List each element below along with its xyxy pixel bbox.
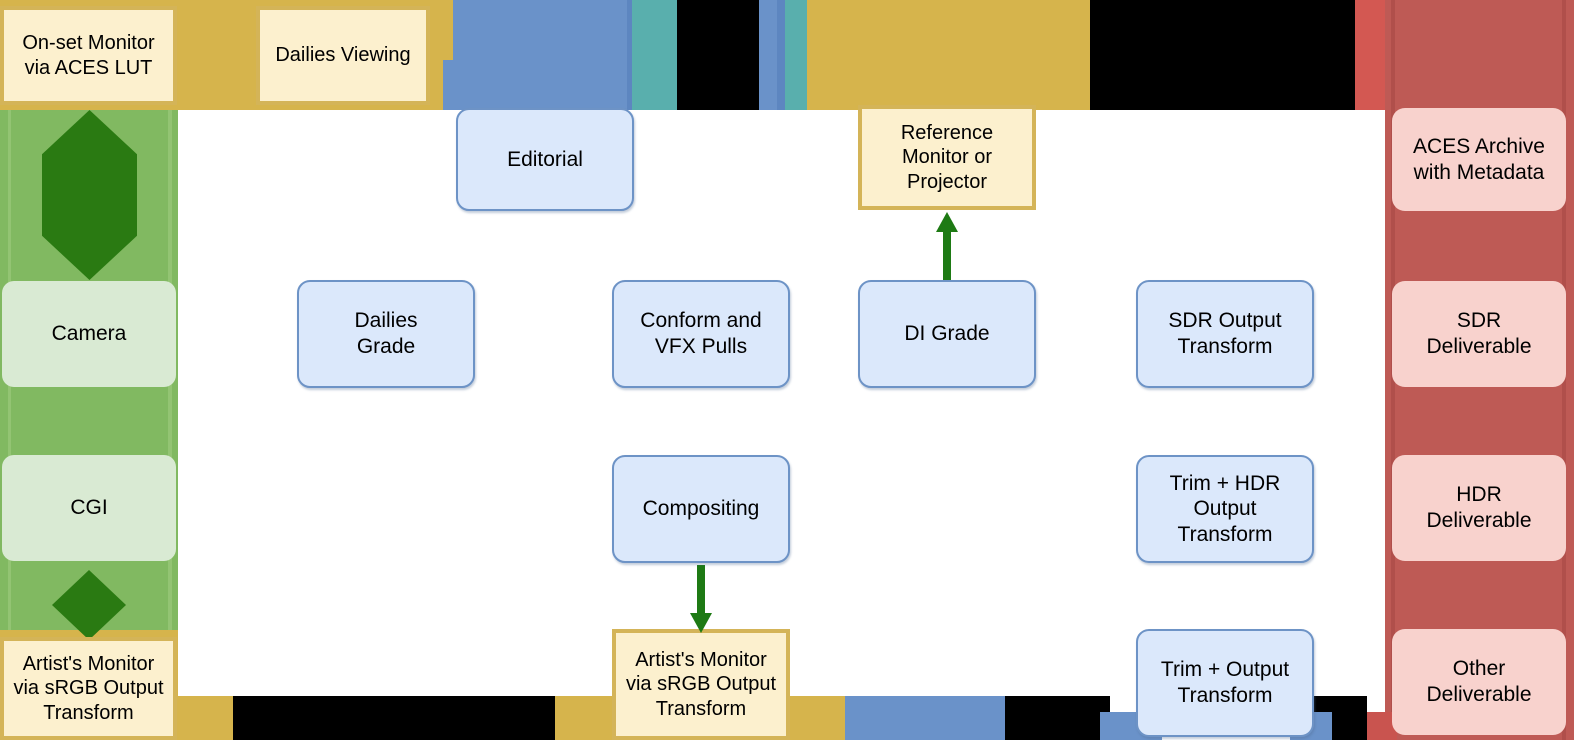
lane-band-acquisition-edge-a [8, 100, 11, 690]
top-band-blue-1-taper [443, 60, 457, 110]
process-node-trim-hdr-output[interactable]: Trim + HDR Output Transform [1136, 455, 1314, 563]
top-band-blue-1 [453, 0, 633, 110]
deliverable-node-sdr-label: SDR Deliverable [1426, 309, 1532, 358]
monitor-node-reference[interactable]: Reference Monitor or Projector [858, 105, 1036, 210]
monitor-node-dailies-viewing-label: Dailies Viewing [275, 44, 411, 67]
arrow-comp-to-artist [690, 565, 712, 633]
monitor-node-onset[interactable]: On-set Monitor via ACES LUT [0, 6, 177, 105]
deliverable-node-other[interactable]: Other Deliverable [1392, 629, 1566, 735]
source-node-camera[interactable]: Camera [2, 281, 176, 387]
monitor-node-artist-left[interactable]: Artist's Monitor via sRGB Output Transfo… [0, 637, 177, 740]
top-band-black-1 [677, 0, 759, 110]
process-node-trim-output-label: Trim + Output Transform [1160, 658, 1290, 707]
top-band-teal-2 [785, 0, 807, 110]
deliverable-node-aces-archive-label: ACES Archive with Metadata [1413, 134, 1545, 184]
process-node-conform-vfx-label: Conform and VFX Pulls [640, 309, 762, 358]
arrow-di-to-reference-head [936, 212, 958, 232]
process-node-conform-vfx[interactable]: Conform and VFX Pulls [612, 280, 790, 388]
top-band-black-2 [1090, 0, 1355, 110]
top-band-teal-1 [632, 0, 677, 110]
monitor-node-artist-comp[interactable]: Artist's Monitor via sRGB Output Transfo… [612, 629, 790, 740]
process-node-dailies-grade[interactable]: Dailies Grade [297, 280, 475, 388]
bottom-band-black-2 [1005, 696, 1110, 740]
monitor-node-artist-left-label: Artist's Monitor via sRGB Output Transfo… [13, 652, 164, 724]
process-node-sdr-output[interactable]: SDR Output Transform [1136, 280, 1314, 388]
deliverable-node-hdr-label: HDR Deliverable [1426, 483, 1532, 532]
bottom-band-blue-1 [845, 696, 1005, 740]
process-node-trim-hdr-output-label: Trim + HDR Output Transform [1169, 471, 1281, 546]
monitor-node-dailies-viewing[interactable]: Dailies Viewing [256, 6, 430, 105]
source-node-camera-label: Camera [51, 322, 127, 346]
deliverable-node-hdr[interactable]: HDR Deliverable [1392, 455, 1566, 561]
bottom-band-black-1 [233, 696, 555, 740]
process-node-editorial-label: Editorial [507, 147, 583, 171]
arrow-di-to-reference-shaft [943, 228, 951, 285]
deliverable-node-sdr[interactable]: SDR Deliverable [1392, 281, 1566, 387]
arrow-di-to-reference [936, 212, 958, 285]
process-node-sdr-output-label: SDR Output Transform [1168, 309, 1282, 358]
top-band-blue-2b [777, 0, 785, 110]
process-node-di-grade-label: DI Grade [904, 322, 990, 346]
arrow-comp-to-artist-shaft [697, 565, 705, 615]
lane-band-acquisition-edge-b [168, 100, 172, 690]
monitor-node-artist-comp-label: Artist's Monitor via sRGB Output Transfo… [625, 648, 777, 720]
deliverable-node-other-label: Other Deliverable [1426, 657, 1532, 706]
source-node-cgi-label: CGI [70, 496, 108, 520]
monitor-node-onset-label: On-set Monitor via ACES LUT [22, 32, 155, 79]
top-band-blue-2 [759, 0, 777, 110]
process-node-trim-output[interactable]: Trim + Output Transform [1136, 629, 1314, 737]
process-node-editorial[interactable]: Editorial [456, 108, 634, 211]
source-node-cgi[interactable]: CGI [2, 455, 176, 561]
diagram-canvas: Camera CGI On-set Monitor via ACES LUT D… [0, 0, 1574, 740]
process-node-compositing[interactable]: Compositing [612, 455, 790, 563]
bottom-band-gold-1 [178, 696, 233, 740]
deliverable-node-aces-archive[interactable]: ACES Archive with Metadata [1392, 108, 1566, 211]
process-node-compositing-label: Compositing [642, 497, 760, 521]
process-node-di-grade[interactable]: DI Grade [858, 280, 1036, 388]
process-node-dailies-grade-label: Dailies Grade [354, 309, 418, 358]
arrow-comp-to-artist-head [690, 613, 712, 633]
monitor-node-reference-label: Reference Monitor or Projector [900, 121, 994, 193]
top-band-gold-2 [807, 0, 1090, 110]
